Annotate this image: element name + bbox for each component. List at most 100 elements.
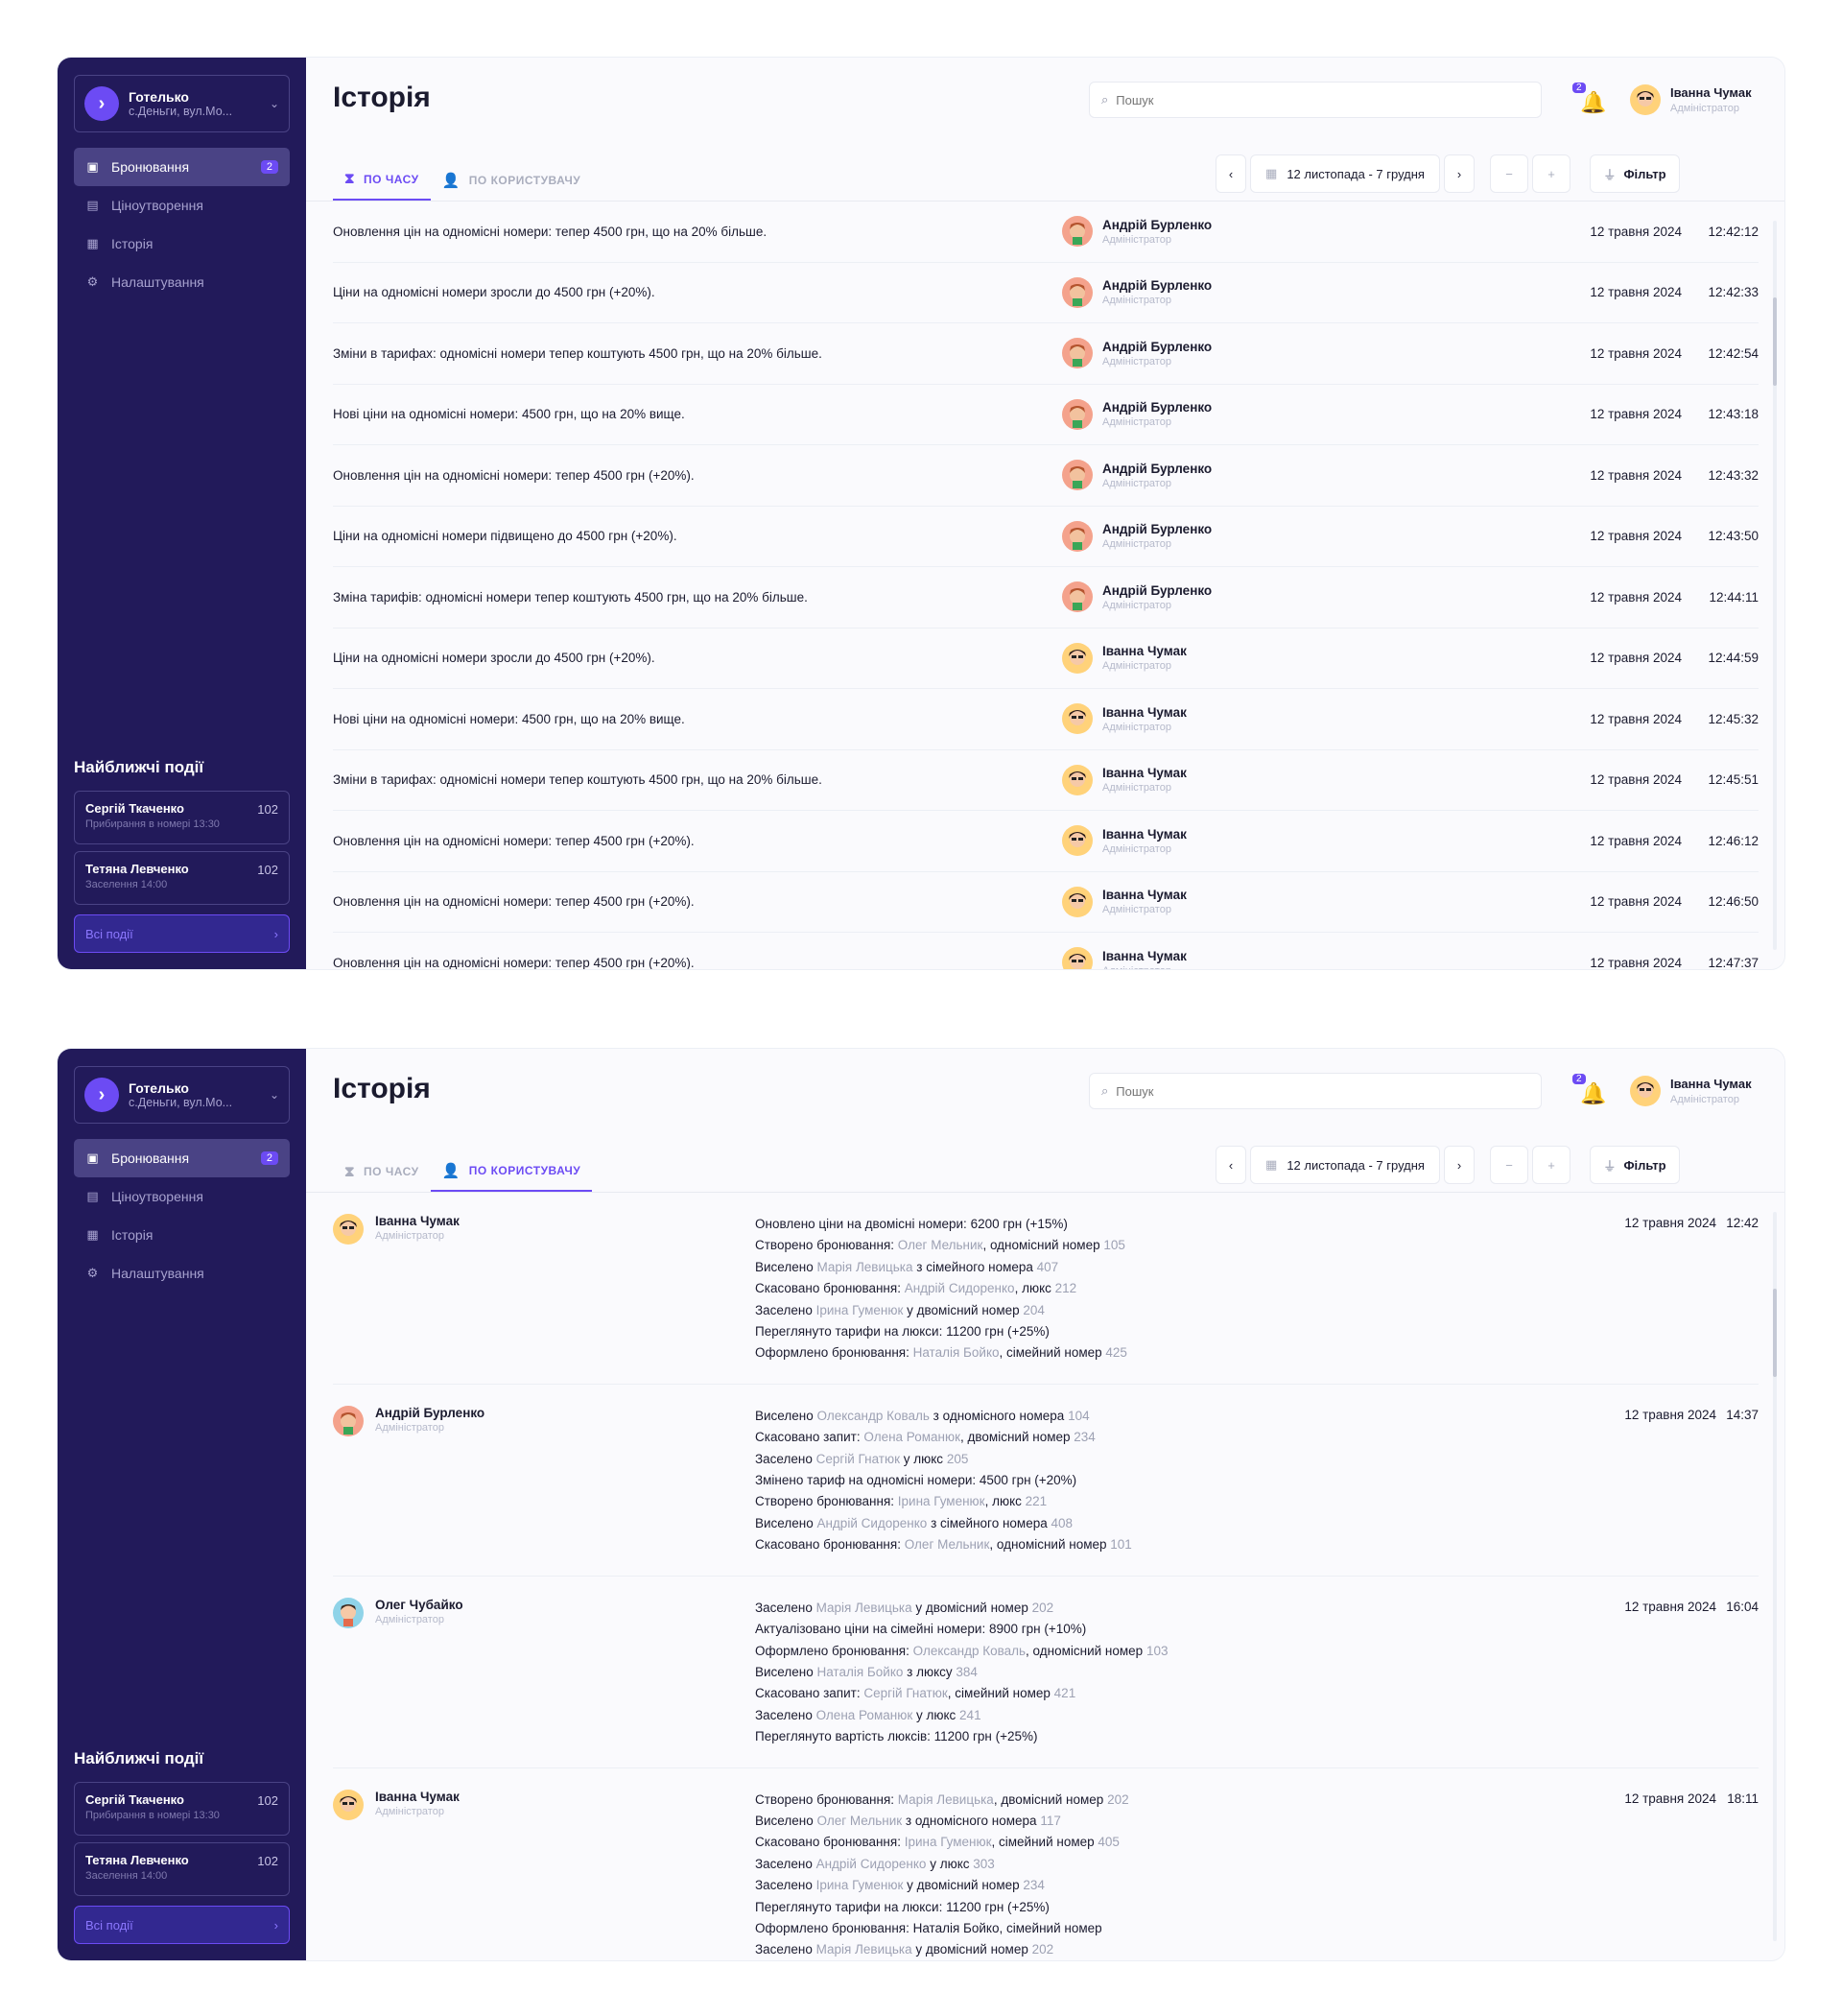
sidebar-item-history[interactable]: ▦ Історія: [74, 225, 290, 263]
notifications-button[interactable]: 🔔 2: [1572, 1074, 1606, 1108]
next-range-button[interactable]: ›: [1444, 1146, 1475, 1184]
sidebar-item-history[interactable]: ▦ Історія: [74, 1216, 290, 1254]
linked-entity[interactable]: Олена Романюк: [816, 1708, 913, 1722]
history-row[interactable]: Нові ціни на одномісні номери: 4500 грн,…: [333, 689, 1759, 750]
sidebar-item-bookings[interactable]: ▣ Бронювання 2: [74, 148, 290, 186]
zoom-in-button[interactable]: +: [1532, 1146, 1570, 1184]
linked-entity[interactable]: Наталія Бойко: [816, 1665, 903, 1679]
linked-entity[interactable]: Сергій Гнатюк: [816, 1452, 900, 1466]
search-box[interactable]: ⌕: [1089, 1073, 1542, 1109]
linked-entity[interactable]: 103: [1146, 1644, 1169, 1658]
linked-entity[interactable]: 221: [1026, 1494, 1048, 1508]
history-row[interactable]: Ціни на одномісні номери підвищено до 45…: [333, 507, 1759, 567]
linked-entity[interactable]: Олег Мельник: [898, 1238, 983, 1252]
history-row[interactable]: Оновлення цін на одномісні номери: тепер…: [333, 202, 1759, 263]
linked-entity[interactable]: Наталія Бойко: [913, 1345, 1000, 1360]
sidebar-item-settings[interactable]: ⚙ Налаштування: [74, 263, 290, 301]
scrollbar[interactable]: [1773, 1212, 1777, 1941]
sidebar-item-pricing[interactable]: ▤ Ціноутворення: [74, 1177, 290, 1216]
event-card[interactable]: Тетяна Левченко Заселення 14:00 102: [74, 1842, 290, 1896]
search-input[interactable]: [1116, 1083, 1529, 1099]
notifications-button[interactable]: 🔔 2: [1572, 83, 1606, 117]
history-row[interactable]: Оновлення цін на одномісні номери: тепер…: [333, 445, 1759, 507]
history-row[interactable]: Зміни в тарифах: одномісні номери тепер …: [333, 323, 1759, 385]
hotel-switcher[interactable]: › Готелько с.Деньги, вул.Мо... ⌄: [74, 1066, 290, 1124]
linked-entity[interactable]: 105: [1103, 1238, 1125, 1252]
linked-entity[interactable]: 202: [1032, 1601, 1054, 1615]
row-user-role: Адміністратор: [1102, 416, 1171, 429]
linked-entity[interactable]: 204: [1023, 1303, 1045, 1317]
scrollbar-thumb[interactable]: [1773, 1289, 1777, 1377]
linked-entity[interactable]: 234: [1023, 1878, 1045, 1892]
prev-range-button[interactable]: ‹: [1216, 1146, 1246, 1184]
linked-entity[interactable]: 101: [1110, 1537, 1132, 1552]
history-text: Ціни на одномісні номери зросли до 4500 …: [333, 651, 655, 666]
scrollbar[interactable]: [1773, 221, 1777, 950]
event-card[interactable]: Сергій Ткаченко Прибирання в номері 13:3…: [74, 791, 290, 844]
user-role: Адміністратор: [1670, 1094, 1739, 1105]
linked-entity[interactable]: 405: [1098, 1835, 1120, 1849]
linked-entity[interactable]: Олег Мельник: [816, 1814, 902, 1828]
linked-entity[interactable]: 241: [959, 1708, 981, 1722]
linked-entity[interactable]: 408: [1051, 1516, 1073, 1530]
next-range-button[interactable]: ›: [1444, 154, 1475, 193]
prev-range-button[interactable]: ‹: [1216, 154, 1246, 193]
date-range-picker[interactable]: ▦ 12 листопада - 7 грудня: [1250, 154, 1440, 193]
linked-entity[interactable]: 234: [1074, 1430, 1096, 1444]
linked-entity[interactable]: 425: [1105, 1345, 1127, 1360]
linked-entity[interactable]: Марія Левицька: [816, 1260, 912, 1274]
linked-entity[interactable]: Олександр Коваль: [816, 1409, 929, 1423]
event-card[interactable]: Тетяна Левченко Заселення 14:00 102: [74, 851, 290, 905]
linked-entity[interactable]: 205: [947, 1452, 969, 1466]
linked-entity[interactable]: 202: [1032, 1942, 1054, 1957]
linked-entity[interactable]: 421: [1054, 1686, 1076, 1700]
scrollbar-thumb[interactable]: [1773, 297, 1777, 386]
zoom-out-button[interactable]: −: [1490, 154, 1528, 193]
linked-entity[interactable]: 212: [1055, 1281, 1077, 1295]
filter-button[interactable]: ⏚ Фільтр: [1590, 1146, 1680, 1184]
search-input[interactable]: [1116, 92, 1529, 107]
zoom-in-button[interactable]: +: [1532, 154, 1570, 193]
all-events-button[interactable]: Всі події ›: [74, 1906, 290, 1944]
history-row[interactable]: Ціни на одномісні номери зросли до 4500 …: [333, 263, 1759, 323]
linked-entity[interactable]: 202: [1107, 1792, 1129, 1807]
history-row[interactable]: Оновлення цін на одномісні номери: тепер…: [333, 872, 1759, 933]
linked-entity[interactable]: Андрій Сидоренко: [816, 1516, 927, 1530]
linked-entity[interactable]: Олександр Коваль: [913, 1644, 1026, 1658]
history-row[interactable]: Ціни на одномісні номери зросли до 4500 …: [333, 629, 1759, 689]
event-card[interactable]: Сергій Ткаченко Прибирання в номері 13:3…: [74, 1782, 290, 1836]
linked-entity[interactable]: Марія Левицька: [816, 1942, 912, 1957]
linked-entity[interactable]: Ірина Гуменюк: [816, 1878, 904, 1892]
linked-entity[interactable]: Андрій Сидоренко: [816, 1857, 927, 1871]
date-range-picker[interactable]: ▦ 12 листопада - 7 грудня: [1250, 1146, 1440, 1184]
history-row[interactable]: Нові ціни на одномісні номери: 4500 грн,…: [333, 385, 1759, 445]
linked-entity[interactable]: 104: [1068, 1409, 1090, 1423]
hotel-switcher[interactable]: › Готелько с.Деньги, вул.Мо... ⌄: [74, 75, 290, 132]
filter-button[interactable]: ⏚ Фільтр: [1590, 154, 1680, 193]
history-row[interactable]: Зміни в тарифах: одномісні номери тепер …: [333, 750, 1759, 811]
linked-entity[interactable]: 384: [956, 1665, 978, 1679]
user-menu[interactable]: Іванна Чумак Адміністратор: [1630, 1076, 1752, 1106]
linked-entity[interactable]: Марія Левицька: [816, 1601, 912, 1615]
linked-entity[interactable]: 117: [1040, 1814, 1061, 1828]
linked-entity[interactable]: Марія Левицька: [898, 1792, 994, 1807]
history-row[interactable]: Оновлення цін на одномісні номери: тепер…: [333, 811, 1759, 872]
history-row[interactable]: Зміна тарифів: одномісні номери тепер ко…: [333, 567, 1759, 629]
search-box[interactable]: ⌕: [1089, 82, 1542, 118]
sidebar-item-pricing[interactable]: ▤ Ціноутворення: [74, 186, 290, 225]
linked-entity[interactable]: Ірина Гуменюк: [816, 1303, 904, 1317]
linked-entity[interactable]: Олена Романюк: [863, 1430, 960, 1444]
all-events-button[interactable]: Всі події ›: [74, 914, 290, 953]
linked-entity[interactable]: Сергій Гнатюк: [863, 1686, 947, 1700]
linked-entity[interactable]: Андрій Сидоренко: [905, 1281, 1015, 1295]
linked-entity[interactable]: Ірина Гуменюк: [905, 1835, 992, 1849]
linked-entity[interactable]: Ірина Гуменюк: [898, 1494, 985, 1508]
linked-entity[interactable]: Олег Мельник: [905, 1537, 990, 1552]
history-row[interactable]: Оновлення цін на одномісні номери: тепер…: [333, 933, 1759, 969]
linked-entity[interactable]: 407: [1037, 1260, 1059, 1274]
linked-entity[interactable]: 303: [973, 1857, 995, 1871]
sidebar-item-settings[interactable]: ⚙ Налаштування: [74, 1254, 290, 1293]
user-menu[interactable]: Іванна Чумак Адміністратор: [1630, 84, 1752, 115]
zoom-out-button[interactable]: −: [1490, 1146, 1528, 1184]
sidebar-item-bookings[interactable]: ▣ Бронювання 2: [74, 1139, 290, 1177]
